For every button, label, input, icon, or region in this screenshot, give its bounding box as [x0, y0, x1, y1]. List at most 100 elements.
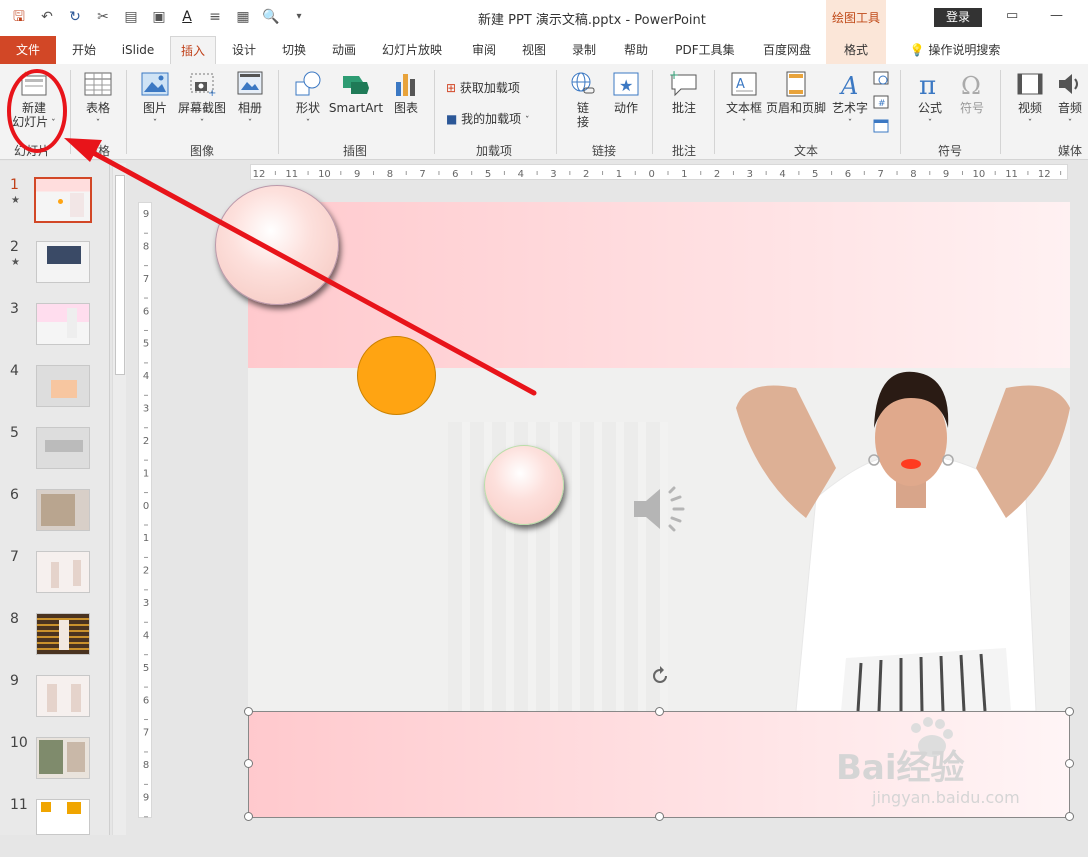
ribbon-tabs: 文件 开始 iSlide 插入 设计 切换 动画 幻灯片放映 审阅 视图 录制 … [0, 36, 1088, 64]
customize-qat-icon[interactable]: ▾ [288, 6, 310, 28]
comment-icon: + [669, 70, 697, 97]
wordart-button[interactable]: A 艺术字 ˇ [830, 70, 870, 131]
ruler-label: 9 [143, 793, 149, 804]
top-gradient-band[interactable] [248, 202, 1070, 368]
resize-handle-mr[interactable] [1065, 759, 1074, 768]
slide-preview [36, 489, 90, 531]
date-time-button[interactable] [872, 70, 890, 89]
resize-handle-br[interactable] [1065, 812, 1074, 821]
tab-view[interactable]: 视图 [516, 36, 552, 64]
cut-icon[interactable]: ✂ [92, 6, 114, 28]
table-button[interactable]: 表格 ˇ [78, 70, 118, 131]
group-label-addins: 加载项 [476, 144, 513, 158]
slide-number-button[interactable]: # [872, 94, 890, 113]
slide-thumb-1[interactable]: 1 ★ [0, 177, 108, 237]
orange-circle-shape[interactable] [357, 336, 436, 415]
slide-thumb-10[interactable]: 10 [0, 735, 108, 795]
album-button[interactable]: 相册 ˇ [232, 70, 268, 131]
tab-insert[interactable]: 插入 [170, 36, 216, 64]
equation-button[interactable]: π 公式 ˇ [910, 70, 950, 131]
resize-handle-ml[interactable] [244, 759, 253, 768]
symbol-button[interactable]: Ω 符号 [952, 70, 992, 115]
tab-review[interactable]: 审阅 [466, 36, 502, 64]
ruler-label: 10 [972, 169, 985, 180]
resize-handle-bc[interactable] [655, 812, 664, 821]
pink-circle-small[interactable] [484, 445, 564, 525]
new-slide-button[interactable]: ✦ 新建 幻灯片 ˇ [12, 70, 56, 131]
audio-button[interactable]: 音频 ˇ [1052, 70, 1088, 131]
svg-text:✦: ✦ [21, 70, 29, 81]
ruler-label: 2 [143, 566, 149, 577]
smartart-button[interactable]: SmartArt [328, 70, 384, 115]
horizontal-ruler-ticks: 12 11 10 9 8 7 6 5 4 3 2 1 0 1 2 3 4 5 6 7 8 9 10 11 12 [253, 169, 1062, 180]
textbox-button[interactable]: A 文本框 ˇ [722, 70, 766, 131]
redo-icon[interactable]: ↻ [64, 6, 86, 28]
undo-icon[interactable]: ↶ [36, 6, 58, 28]
tab-design[interactable]: 设计 [226, 36, 262, 64]
resize-handle-tr[interactable] [1065, 707, 1074, 716]
scrollbar-thumb[interactable] [115, 175, 125, 375]
resize-handle-tl[interactable] [244, 707, 253, 716]
tab-format[interactable]: 格式 [826, 36, 886, 64]
tab-pdf-tools[interactable]: PDF工具集 [670, 36, 740, 64]
minimize-icon[interactable]: — [1050, 8, 1063, 23]
video-button[interactable]: 视频 ˇ [1010, 70, 1050, 131]
slide-thumb-3[interactable]: 3 [0, 301, 108, 361]
speaker-icon [1059, 74, 1078, 94]
tab-baidu-netdisk[interactable]: 百度网盘 [754, 36, 820, 64]
tab-help[interactable]: 帮助 [618, 36, 654, 64]
ruler-label: 7 [143, 728, 149, 739]
omega-icon: Ω [961, 72, 981, 98]
tab-islide[interactable]: iSlide [114, 36, 162, 64]
shapes-button[interactable]: 形状 ˇ [290, 70, 326, 131]
align-icon[interactable]: ≡ [204, 6, 226, 28]
rotate-handle-icon[interactable] [648, 664, 672, 688]
object-button[interactable] [872, 118, 890, 137]
chart-button[interactable]: 图表 [388, 70, 424, 115]
font-color-icon[interactable]: A [176, 6, 198, 28]
screenshot-button[interactable]: + 屏幕截图 ˇ [176, 70, 228, 131]
ruler-label: 6 [143, 306, 149, 317]
my-addins-button[interactable]: ■ 我的加载项 ˇ [446, 109, 530, 129]
resize-handle-tc[interactable] [655, 707, 664, 716]
slide-preview [36, 613, 90, 655]
layout-icon[interactable]: ▦ [232, 6, 254, 28]
audio-speaker-icon[interactable] [630, 486, 690, 532]
format-painter-icon[interactable]: ▤ [120, 6, 142, 28]
tab-transitions[interactable]: 切换 [276, 36, 312, 64]
slide-thumb-7[interactable]: 7 [0, 549, 108, 609]
quick-access-toolbar: 🖫 ↶ ↻ ✂ ▤ ▣ A ≡ ▦ 🔍 ▾ [8, 6, 310, 28]
save-icon[interactable]: 🖫 [8, 6, 30, 28]
resize-handle-bl[interactable] [244, 812, 253, 821]
ribbon-display-icon[interactable]: ▭ [1006, 8, 1018, 23]
thumbnail-scrollbar[interactable] [112, 163, 126, 835]
action-button[interactable]: ★ 动作 [608, 70, 644, 115]
slide-thumb-5[interactable]: 5 [0, 425, 108, 485]
slide-thumb-9[interactable]: 9 [0, 673, 108, 733]
comment-button[interactable]: + 批注 [664, 70, 704, 115]
get-addins-button[interactable]: ⊞ 获取加载项 [446, 78, 520, 98]
ruler-label: 11 [1005, 169, 1018, 180]
header-footer-button[interactable]: 页眉和页脚 [766, 70, 826, 115]
ruler-label: 4 [143, 630, 149, 641]
link-button[interactable]: 链 接 [566, 70, 600, 129]
tab-animations[interactable]: 动画 [326, 36, 362, 64]
tell-me-search[interactable]: 💡 操作说明搜索 [900, 36, 1010, 64]
tab-home[interactable]: 开始 [66, 36, 102, 64]
preview-icon[interactable]: 🔍 [260, 6, 282, 28]
slide-thumb-4[interactable]: 4 [0, 363, 108, 423]
slide-thumb-2[interactable]: 2 ★ [0, 239, 108, 299]
header-footer-icon [786, 71, 806, 97]
slide-thumb-6[interactable]: 6 [0, 487, 108, 547]
pink-circle-large[interactable] [215, 185, 339, 305]
tab-record[interactable]: 录制 [566, 36, 602, 64]
slide-icon[interactable]: ▣ [148, 6, 170, 28]
picture-button[interactable]: 图片 ˇ [136, 70, 174, 131]
login-button[interactable]: 登录 [934, 8, 982, 27]
tab-file[interactable]: 文件 [0, 36, 56, 64]
tab-slideshow[interactable]: 幻灯片放映 [374, 36, 450, 64]
slide-thumb-8[interactable]: 8 [0, 611, 108, 671]
slide-thumb-11[interactable]: 11 [0, 797, 108, 857]
wordart-icon: A [839, 72, 858, 98]
model-photo[interactable] [736, 368, 1070, 711]
